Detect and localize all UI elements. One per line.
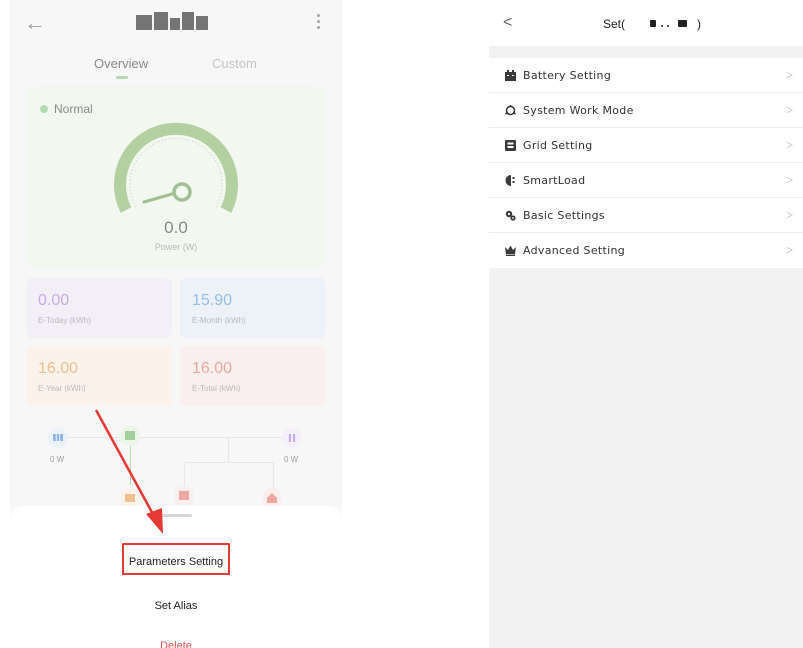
chevron-right-icon: > <box>785 68 793 82</box>
settings-item-label: System Work Mode <box>523 104 634 117</box>
settings-screen: < Set( ) Battery Setting > System Work M… <box>489 0 803 648</box>
redacted-serial <box>650 20 656 27</box>
chevron-right-icon: > <box>785 243 793 257</box>
settings-item-grid[interactable]: Grid Setting > <box>489 128 803 163</box>
chevron-right-icon: > <box>785 208 793 222</box>
page-title-suffix: ) <box>697 17 701 31</box>
chevron-right-icon: > <box>785 173 793 187</box>
settings-header: < Set( ) <box>489 0 803 46</box>
redacted-serial <box>678 20 687 27</box>
battery-icon <box>505 70 516 81</box>
settings-item-system-work-mode[interactable]: System Work Mode > <box>489 93 803 128</box>
settings-item-battery[interactable]: Battery Setting > <box>489 58 803 93</box>
settings-item-basic-settings[interactable]: Basic Settings > <box>489 198 803 233</box>
settings-item-advanced-setting[interactable]: Advanced Setting > <box>489 233 803 268</box>
advanced-setting-icon <box>505 245 516 256</box>
page-title: Set( <box>603 17 626 31</box>
settings-item-label: Advanced Setting <box>523 244 626 257</box>
device-overview-screen: ← Overview Custom Normal 0.0 Power (W) 0… <box>10 0 342 648</box>
annotation-arrow <box>94 409 163 534</box>
settings-item-label: Grid Setting <box>523 139 593 152</box>
grid-icon <box>505 140 516 151</box>
redacted-serial <box>667 25 669 27</box>
basic-settings-icon <box>505 210 516 221</box>
settings-item-label: Battery Setting <box>523 69 612 82</box>
chevron-right-icon: > <box>785 138 793 152</box>
settings-item-label: Basic Settings <box>523 209 605 222</box>
redacted-serial <box>661 25 663 27</box>
settings-list: Battery Setting > System Work Mode > Gri… <box>489 58 803 268</box>
smartload-icon <box>505 175 515 186</box>
chevron-right-icon: > <box>785 103 793 117</box>
mode-icon <box>505 105 516 116</box>
settings-item-smartload[interactable]: SmartLoad > <box>489 163 803 198</box>
back-chevron-icon[interactable]: < <box>503 14 512 32</box>
settings-item-label: SmartLoad <box>523 174 586 187</box>
